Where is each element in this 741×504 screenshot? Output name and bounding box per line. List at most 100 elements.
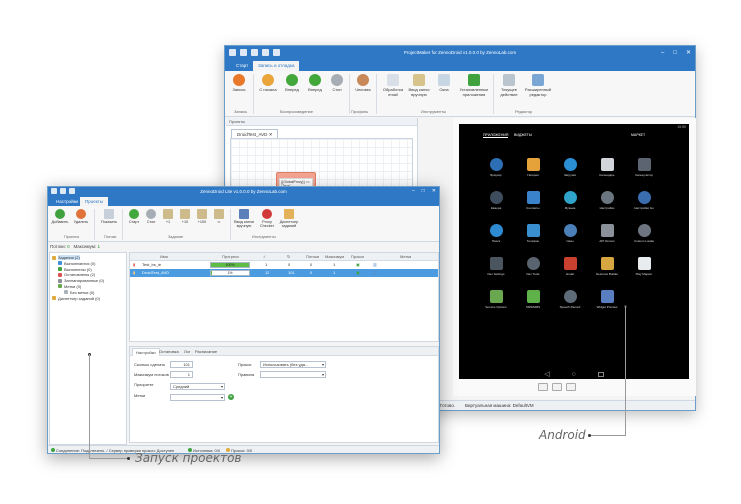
add-project-button[interactable]: Добавить [51,209,69,224]
android-app-dev-settings[interactable]: Dev Settings [479,257,513,276]
stop-button[interactable]: Стоп [142,209,160,224]
col-proxy[interactable]: Прокси [351,253,364,261]
android-tab-apps[interactable]: ПРИЛОЖЕНИЯ [483,133,509,138]
tab-start[interactable]: Старт [231,61,253,71]
from-start-button[interactable]: С начала [257,74,279,93]
android-app-настройки-go[interactable]: Настройки Go [627,191,661,210]
android-app-api-demos[interactable]: API Demos [590,224,624,243]
col-name[interactable]: Имя [160,253,168,261]
tab-props-stop[interactable]: Остановка [156,348,182,356]
add-10-button[interactable]: +10 [176,209,194,224]
back-icon[interactable]: ◁ [544,370,549,378]
android-tab-widgets[interactable]: ВИДЖЕТЫ [514,133,532,137]
human-button[interactable]: Человек [352,74,374,93]
installed-apps-button[interactable]: Установленные приложения [459,74,489,97]
tree-item[interactable]: Диспетчер заданий (0) [52,296,124,302]
col-retry[interactable]: ↻ [287,253,290,261]
forward-button[interactable]: Вперед [281,74,303,93]
android-app-custom-locale[interactable]: Custom Locale [627,224,661,243]
android-app-калькулятор[interactable]: Калькулятор [627,158,661,177]
android-app-widget-preview[interactable]: Widget Preview [590,290,624,309]
col-progress[interactable]: Прогресс [222,253,239,261]
android-tab-market[interactable]: МАРКЕТ [631,133,645,137]
proxy-select[interactable]: Использовать (без уда... ▾ [260,361,326,368]
android-app-dev-tools[interactable]: Dev Tools [516,257,550,276]
table-row[interactable]: ▮ DroidTest_AVD 12 101 0 1 1% ▣ ▥ [130,269,438,277]
start-button[interactable]: Старт [125,209,143,224]
add-1-button[interactable]: +1 [159,209,177,224]
rules-select[interactable]: ▾ [260,371,326,378]
priority-select[interactable]: Средний ▾ [170,383,225,390]
infinite-button[interactable]: ∞ [210,209,228,224]
android-app-загрузки[interactable]: Загрузки [553,158,587,177]
maximize-icon[interactable]: □ [673,46,677,60]
android-app-gestures-builder[interactable]: Gestures Builder [590,257,624,276]
captcha-button[interactable]: Ввод капчи вручную [408,74,430,97]
minimize-icon[interactable]: – [412,187,415,196]
tags-select[interactable]: ▾ [170,394,225,401]
proxy-checker-button[interactable]: Proxy Checker [256,209,278,229]
recents-icon[interactable] [597,371,604,377]
maximize-icon[interactable]: □ [422,187,425,196]
undo-icon[interactable] [262,49,269,56]
android-app-браузер[interactable]: Браузер [479,158,513,177]
table-row[interactable]: ▮ Test_bs_ie 1 0 0 1 100% ▣ ▥ [130,261,438,269]
current-action-button[interactable]: Текущее действие [498,74,520,97]
android-app-email[interactable]: Email [553,257,587,276]
tab-settings[interactable]: Настройки [51,197,83,206]
save-icon[interactable] [60,188,66,194]
close-icon[interactable]: ✕ [686,46,691,60]
remove-project-button[interactable]: Удалить [72,209,90,224]
col-done[interactable]: ✓ [263,253,266,261]
android-app-галерея[interactable]: Галерея [516,158,550,177]
stop-button[interactable]: Стоп [326,74,348,93]
home-icon[interactable]: ○ [572,371,576,378]
android-app-настройки[interactable]: Настройки [590,191,624,210]
email-button[interactable]: Обработка email [382,74,404,97]
minimize-icon[interactable]: – [661,46,664,60]
android-app-speech-record[interactable]: Speech Record [553,290,587,309]
max-threads-input[interactable]: 1 [170,371,193,378]
grid-header: Имя Прогресс ✓ ↻ Потоки Максимум Прокси … [130,253,438,261]
scheduler-button[interactable]: Диспетчер заданий [278,209,300,229]
add-tag-button[interactable]: + [228,394,234,400]
show-button[interactable]: Показать [100,209,118,224]
record-button[interactable]: Запись [228,74,250,93]
new-icon[interactable] [229,49,236,56]
col-tags[interactable]: Метки [400,253,411,261]
android-app-контакты[interactable]: Контакты [516,191,550,210]
captcha-button[interactable]: Ввод капчи вручную [233,209,255,229]
app-label: Камера [490,206,502,210]
emulator-recents-icon[interactable] [566,383,576,391]
android-app-play-маркет[interactable]: Play Маркет [627,257,661,276]
android-app-поиск[interactable]: Поиск [479,224,513,243]
redo-icon[interactable] [273,49,280,56]
tab-props-schedule[interactable]: Расписание [192,348,220,356]
android-app-sms-mms[interactable]: SMS/MMS [516,290,550,309]
col-threads[interactable]: Потоки [306,253,319,261]
android-app-телефон[interactable]: Телефон [516,224,550,243]
emulator-home-icon[interactable] [552,383,562,391]
forward-step-button[interactable]: Вперед [304,74,326,93]
android-app-календарь[interactable]: Календарь [590,158,624,177]
execute-count-input[interactable]: 101 [170,361,193,368]
save-icon[interactable] [251,49,258,56]
android-app-музыка[interactable]: Музыка [553,191,587,210]
emulator-back-icon[interactable] [538,383,548,391]
tab-record-debug[interactable]: Запись и отладка [253,61,300,71]
android-app-камера[interactable]: Камера [479,191,513,210]
windows-button[interactable]: Окна [433,74,455,93]
close-icon[interactable]: ✕ [432,187,436,196]
android-app-service-options[interactable]: Service Options [479,290,513,309]
settings-icon[interactable] [69,188,75,194]
open-icon[interactable] [240,49,247,56]
tree-item-label: Остановлены (2) [64,272,96,278]
add-100-button[interactable]: +100 [193,209,211,224]
android-app-часы[interactable]: Часы [553,224,587,243]
android-screen[interactable]: 15:59 ПРИЛОЖЕНИЯ ВИДЖЕТЫ МАРКЕТ Браузер Г… [459,124,689,379]
project-tab[interactable]: DroidTest_AVD ✕ [231,129,279,138]
advanced-editor-button[interactable]: Расширенный редактор [523,74,553,97]
tab-projects[interactable]: Проекты [80,197,109,206]
group-projects-label: Проекты [64,235,80,239]
col-max[interactable]: Максимум [325,253,344,261]
